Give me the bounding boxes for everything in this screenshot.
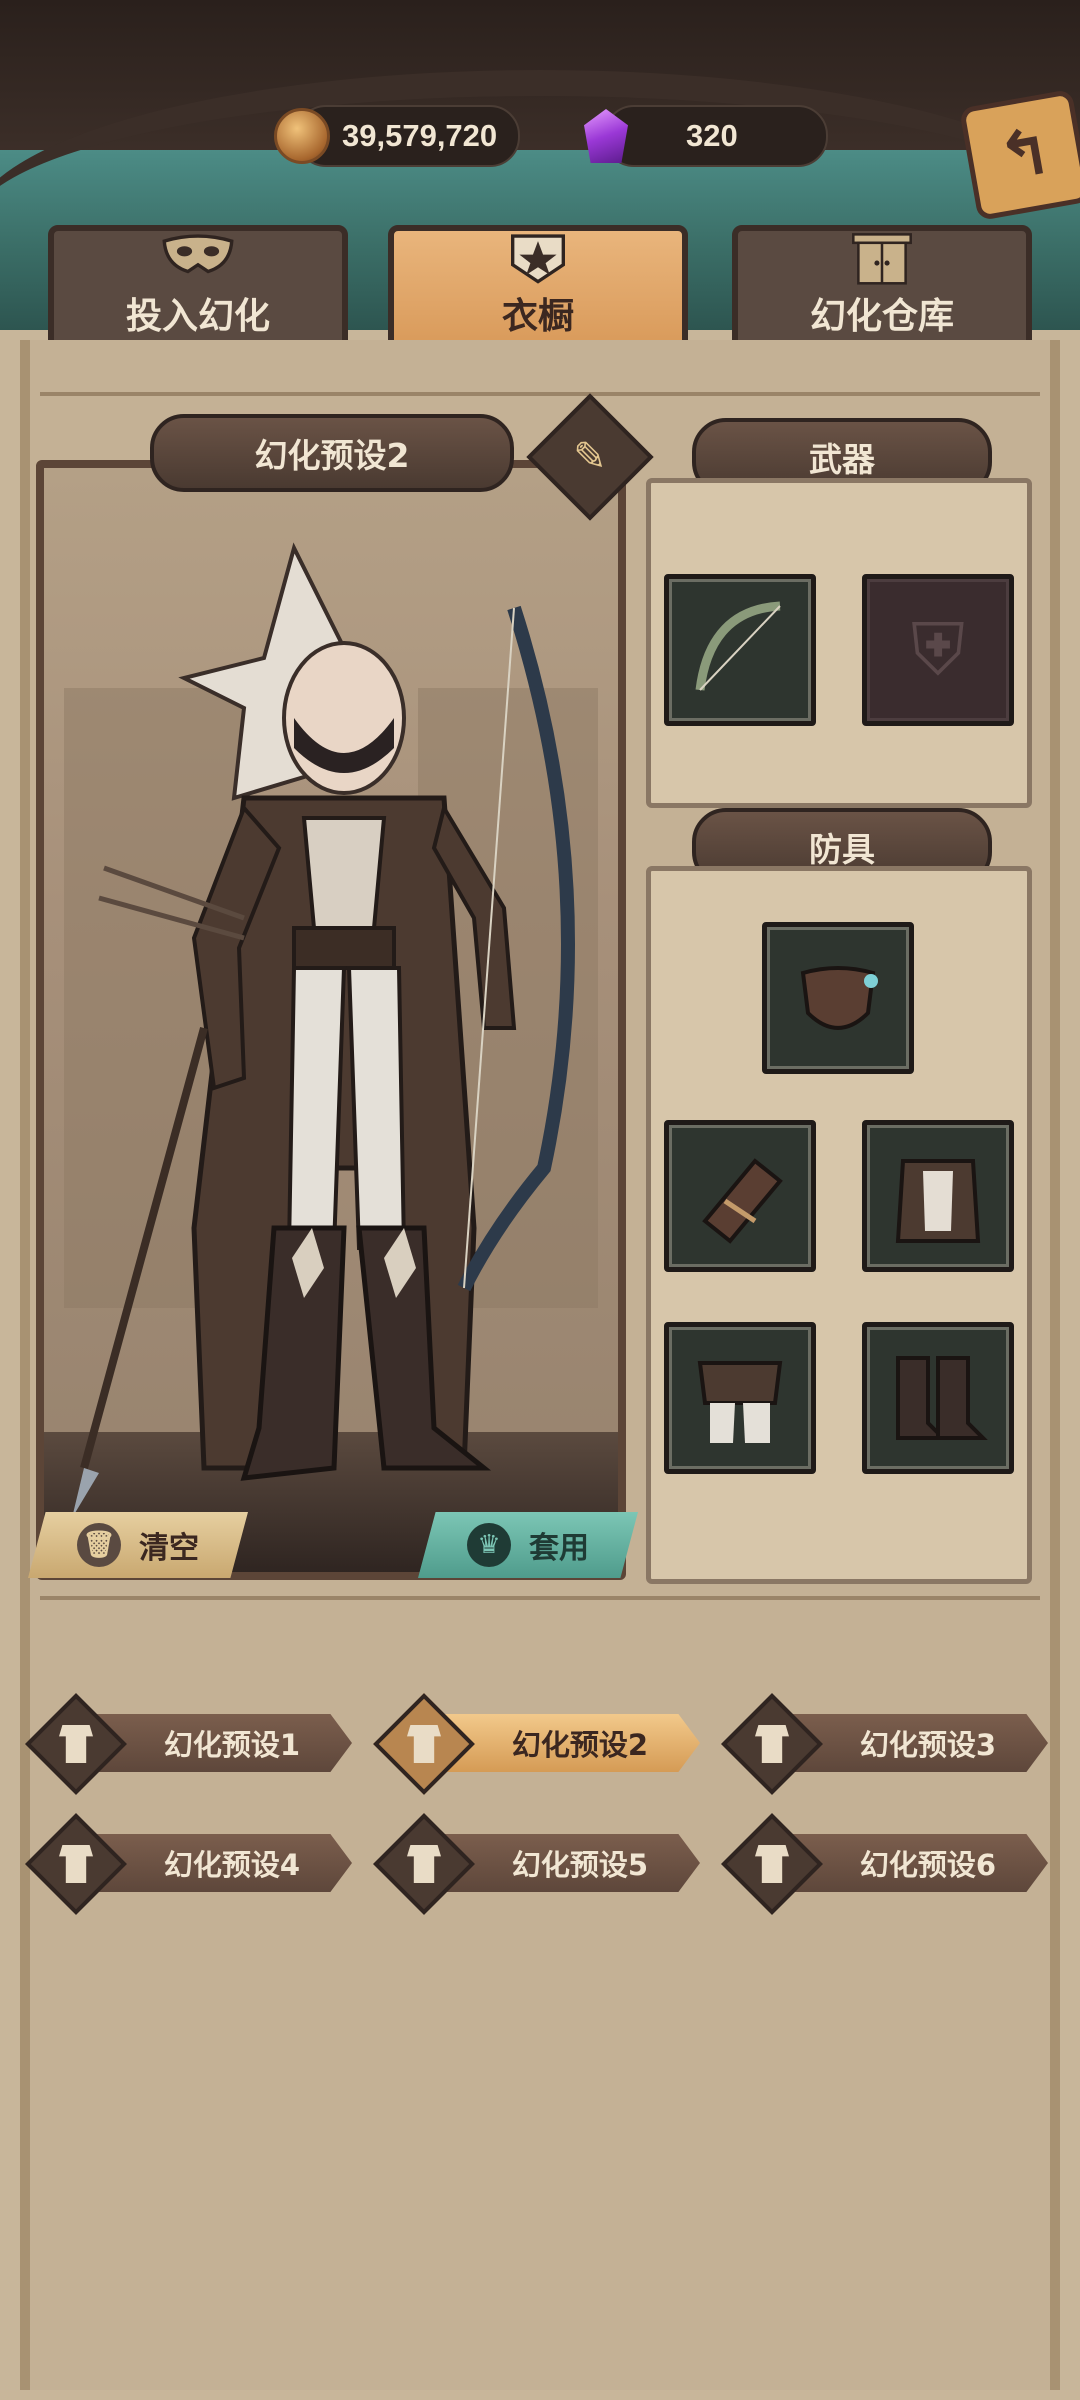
coin-counter[interactable]: 39,579,720	[274, 105, 520, 167]
preset-label: 幻化预设6	[859, 1848, 997, 1882]
outfit-icon	[373, 1693, 475, 1795]
bow-icon	[695, 601, 781, 691]
outfit-icon	[721, 1813, 823, 1915]
armor-slot-chest[interactable]	[862, 1120, 1014, 1272]
mask-icon	[162, 234, 234, 274]
preset-label: 幻化预设3	[859, 1728, 997, 1762]
leggings-icon	[697, 1361, 783, 1443]
preset-button-1[interactable]: 幻化预设1	[25, 1693, 356, 1795]
preview-title: 幻化预设2	[254, 436, 410, 475]
weapon-title-label: 武器	[809, 440, 875, 479]
apply-button[interactable]: ♛ 套用	[418, 1512, 638, 1578]
crown-icon: ♛	[467, 1523, 511, 1567]
wardrobe-crest-icon	[511, 234, 565, 284]
outfit-icon	[25, 1813, 127, 1915]
weapon-slot-empty[interactable]: ⛨	[862, 574, 1014, 726]
top-bar	[0, 0, 1080, 330]
coin-icon	[274, 108, 330, 164]
tab-transmog-storage[interactable]: 幻化仓库	[732, 225, 1032, 353]
brush-icon: ✎	[573, 433, 607, 480]
clear-label: 清空	[139, 1531, 199, 1566]
divider	[40, 1596, 1040, 1600]
armor-slot-mask[interactable]	[762, 922, 914, 1074]
preset-button-5[interactable]: 幻化预设5	[373, 1813, 704, 1915]
gem-value: 320	[686, 118, 738, 153]
divider	[40, 392, 1040, 396]
preset-button-4[interactable]: 幻化预设4	[25, 1813, 356, 1915]
preview-title-banner: 幻化预设2	[150, 414, 514, 492]
apply-label: 套用	[529, 1531, 589, 1566]
outfit-icon	[373, 1813, 475, 1915]
tab-label: 衣橱	[501, 296, 574, 337]
tab-wardrobe[interactable]: 衣橱	[388, 225, 688, 353]
outfit-icon	[721, 1693, 823, 1795]
coin-value: 39,579,720	[342, 118, 498, 153]
chest-armor-icon	[895, 1159, 981, 1243]
outfit-icon	[25, 1693, 127, 1795]
preset-button-3[interactable]: 幻化预设3	[721, 1693, 1052, 1795]
clear-button[interactable]: 🗑 清空	[28, 1512, 248, 1578]
preset-button-2[interactable]: 幻化预设2	[373, 1693, 704, 1795]
armor-slot-boots[interactable]	[862, 1322, 1014, 1474]
character-illustration	[72, 542, 575, 1518]
bracer-icon	[702, 1158, 783, 1244]
preset-button-6[interactable]: 幻化预设6	[721, 1813, 1052, 1915]
weapon-slot-bow[interactable]	[664, 574, 816, 726]
tab-label: 投入幻化	[125, 296, 270, 337]
preset-label: 幻化预设1	[163, 1728, 301, 1762]
preset-label: 幻化预设5	[511, 1848, 649, 1882]
back-arrow-icon: ↰	[992, 113, 1058, 197]
tab-invest-transmog[interactable]: 投入幻化	[48, 225, 348, 353]
gem-counter[interactable]: 320	[584, 105, 828, 167]
preset-label: 幻化预设4	[163, 1848, 301, 1882]
boots-icon	[896, 1356, 988, 1440]
tab-label: 幻化仓库	[809, 296, 954, 337]
cabinet-icon	[852, 233, 912, 285]
trash-icon: 🗑	[77, 1523, 121, 1567]
back-button[interactable]: ↰	[958, 88, 1080, 222]
character-preview	[36, 460, 626, 1580]
armor-title-label: 防具	[809, 830, 875, 869]
armor-slot-bracer[interactable]	[664, 1120, 816, 1272]
empty-shield-icon: ⛨	[910, 607, 965, 691]
armor-slot-leggings[interactable]	[664, 1322, 816, 1474]
mask-item-icon	[800, 966, 878, 1030]
preset-label: 幻化预设2	[511, 1728, 649, 1762]
